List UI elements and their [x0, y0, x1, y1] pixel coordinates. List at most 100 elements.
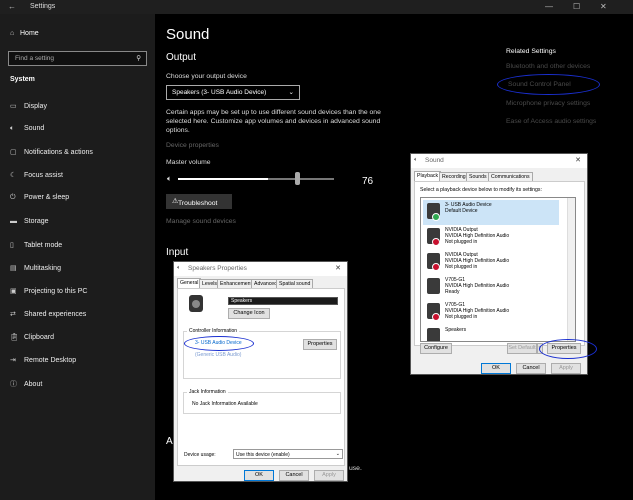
snd-tab-recording[interactable]: Recording — [439, 172, 469, 181]
snd-tab-playback[interactable]: Playback — [414, 171, 442, 181]
close-icon[interactable]: ✕ — [335, 264, 341, 272]
sidebar: ⌂ Home Find a setting ⚲ System ▭ Display 🔈︎… — [0, 14, 155, 500]
troubleshoot-text: Troubleshoot — [178, 200, 218, 207]
sidebar-item-projecting-to-this-pc[interactable]: ▣ Projecting to this PC — [10, 287, 87, 299]
spk-tab-spatial-sound[interactable]: Spatial sound — [276, 279, 314, 288]
maximize-button[interactable]: ☐ — [573, 2, 580, 11]
controller-properties-button[interactable]: Properties — [303, 339, 337, 350]
device-line: Default Device — [445, 208, 478, 214]
device-list-item[interactable]: V705-G1 NVIDIA High Definition Audio Ready — [423, 275, 559, 300]
back-arrow-icon[interactable]: ← — [8, 2, 16, 11]
output-device-select[interactable]: Speakers (3- USB Audio Device) ⌄ — [166, 85, 300, 100]
minimize-button[interactable]: — — [545, 2, 553, 11]
volume-icon[interactable]: 🔈︎ — [167, 174, 172, 184]
speaker-device-icon — [427, 328, 440, 341]
device-list-item[interactable]: NVIDIA Output NVIDIA High Definition Audi… — [423, 225, 559, 250]
device-line: Speakers — [445, 327, 467, 333]
sidebar-item-storage[interactable]: ▬ Storage — [10, 218, 49, 230]
sidebar-item-label: Focus assist — [24, 172, 63, 180]
sidebar-item-multitasking[interactable]: ▤ Multitasking — [10, 264, 61, 276]
device-name-input[interactable]: Speakers — [228, 297, 338, 305]
annotation-circle — [497, 74, 600, 95]
partial-heading: A — [166, 436, 173, 447]
output-info-text: Certain apps may be set up to use differ… — [166, 108, 386, 135]
search-icon: ⚲ — [136, 55, 141, 62]
unplugged-icon — [432, 313, 440, 321]
search-input[interactable]: Find a setting ⚲ — [8, 51, 147, 66]
device-usage-select[interactable]: Use this device (enable) ⌄ — [233, 449, 343, 459]
unplugged-icon — [432, 238, 440, 246]
info-line: options. — [166, 127, 190, 134]
list-scrollbar[interactable] — [567, 198, 575, 341]
sidebar-item-about[interactable]: ⓘ About — [10, 379, 42, 391]
device-line: Not plugged in — [445, 314, 478, 320]
device-text: NVIDIA Output NVIDIA High Definition Audi… — [445, 252, 509, 270]
cancel-button[interactable]: Cancel — [516, 363, 546, 374]
apply-button: Apply — [314, 470, 344, 481]
sidebar-item-display[interactable]: ▭ Display — [10, 102, 47, 114]
close-icon[interactable]: ✕ — [575, 156, 581, 164]
search-placeholder: Find a setting — [15, 55, 55, 62]
speakers-dialog-titlebar: 🔈︎ Speakers Properties ✕ — [174, 262, 347, 276]
device-list-item[interactable]: NVIDIA Output NVIDIA High Definition Audi… — [423, 250, 559, 275]
troubleshoot-button[interactable]: ⚠ Troubleshoot — [166, 194, 232, 209]
close-button[interactable]: ✕ — [600, 2, 607, 11]
partial-text: use. — [349, 465, 362, 472]
sidebar-item-tablet-mode[interactable]: ▯ Tablet mode — [10, 241, 62, 253]
microphone-privacy-link[interactable]: Microphone privacy settings — [506, 100, 590, 107]
snd-tab-communications[interactable]: Communications — [488, 172, 533, 181]
sidebar-item-label: Remote Desktop — [24, 357, 77, 365]
ok-button[interactable]: OK — [481, 363, 511, 374]
storage-icon: ▬ — [10, 217, 17, 225]
annotation-circle — [539, 339, 597, 359]
jack-info-group: Jack Information No Jack Information Ava… — [183, 389, 341, 414]
sidebar-item-shared-experiences[interactable]: ⇄ Shared experiences — [10, 310, 86, 322]
volume-slider-thumb[interactable] — [295, 172, 300, 185]
general-panel: Speakers Change Icon Controller Informat… — [177, 288, 345, 466]
set-default-button: Set Default — [507, 343, 537, 354]
related-settings-heading: Related Settings — [506, 48, 556, 55]
device-list-item[interactable]: 3- USB Audio Device Default Device — [423, 200, 559, 225]
choose-output-label: Choose your output device — [166, 73, 247, 80]
tablet-icon: ▯ — [10, 241, 14, 249]
playback-instruction: Select a playback device below to modify… — [420, 187, 542, 193]
sidebar-item-focus-assist[interactable]: ☾ Focus assist — [10, 171, 63, 183]
sidebar-item-label: Clipboard — [24, 334, 54, 341]
device-text: NVIDIA Output NVIDIA High Definition Audi… — [445, 227, 509, 245]
device-list-item[interactable]: V705-G1 NVIDIA High Definition Audio Not p… — [423, 300, 559, 325]
apply-button: Apply — [551, 363, 581, 374]
sidebar-item-sound[interactable]: 🔈︎ Sound — [10, 125, 44, 137]
device-usage-value: Use this device (enable) — [236, 452, 290, 458]
device-text: Speakers — [445, 327, 466, 333]
device-text: V705-G1 NVIDIA High Definition Audio Ready — [445, 277, 509, 295]
about-icon: ⓘ — [10, 381, 17, 389]
sidebar-item-clipboard[interactable]: 📋︎ Clipboard — [10, 333, 54, 345]
ease-of-access-link[interactable]: Ease of Access audio settings — [506, 118, 596, 125]
shared-experiences-icon: ⇄ — [10, 310, 16, 318]
info-line: selected here. Customize app volumes and… — [166, 118, 381, 125]
manage-sound-devices-link[interactable]: Manage sound devices — [166, 218, 236, 225]
remote-desktop-icon: ⇥ — [10, 357, 16, 365]
snd-tab-sounds[interactable]: Sounds — [466, 172, 490, 181]
configure-button[interactable]: Configure — [420, 343, 452, 354]
sidebar-item-power-sleep[interactable]: ⏻ Power & sleep — [10, 194, 69, 206]
sidebar-section-title: System — [10, 76, 35, 83]
cancel-button[interactable]: Cancel — [279, 470, 309, 481]
device-line: Not plugged in — [445, 264, 478, 270]
device-list-item[interactable]: Speakers — [423, 325, 559, 341]
bluetooth-link[interactable]: Bluetooth and other devices — [506, 63, 590, 70]
ok-button[interactable]: OK — [244, 470, 274, 481]
sidebar-item-remote-desktop[interactable]: ⇥ Remote Desktop — [10, 356, 76, 368]
speakers-properties-dialog: 🔈︎ Speakers Properties ✕ General Levels En… — [173, 261, 348, 482]
focus-assist-icon: ☾ — [10, 172, 17, 180]
speaker-icon: 🔈︎ — [177, 265, 181, 271]
sidebar-item-notifications-actions[interactable]: ▢ Notifications & actions — [10, 148, 93, 160]
device-list[interactable]: 3- USB Audio Device Default Device NVIDIA … — [420, 197, 576, 342]
device-properties-link[interactable]: Device properties — [166, 142, 219, 149]
sidebar-item-home[interactable]: ⌂ Home — [10, 30, 39, 37]
speaker-icon: 🔈︎ — [414, 157, 418, 163]
jack-info-label: Jack Information — [187, 389, 228, 395]
spk-tab-general[interactable]: General — [177, 278, 202, 288]
change-icon-button[interactable]: Change Icon — [228, 308, 270, 319]
sidebar-item-label: Storage — [24, 217, 49, 225]
